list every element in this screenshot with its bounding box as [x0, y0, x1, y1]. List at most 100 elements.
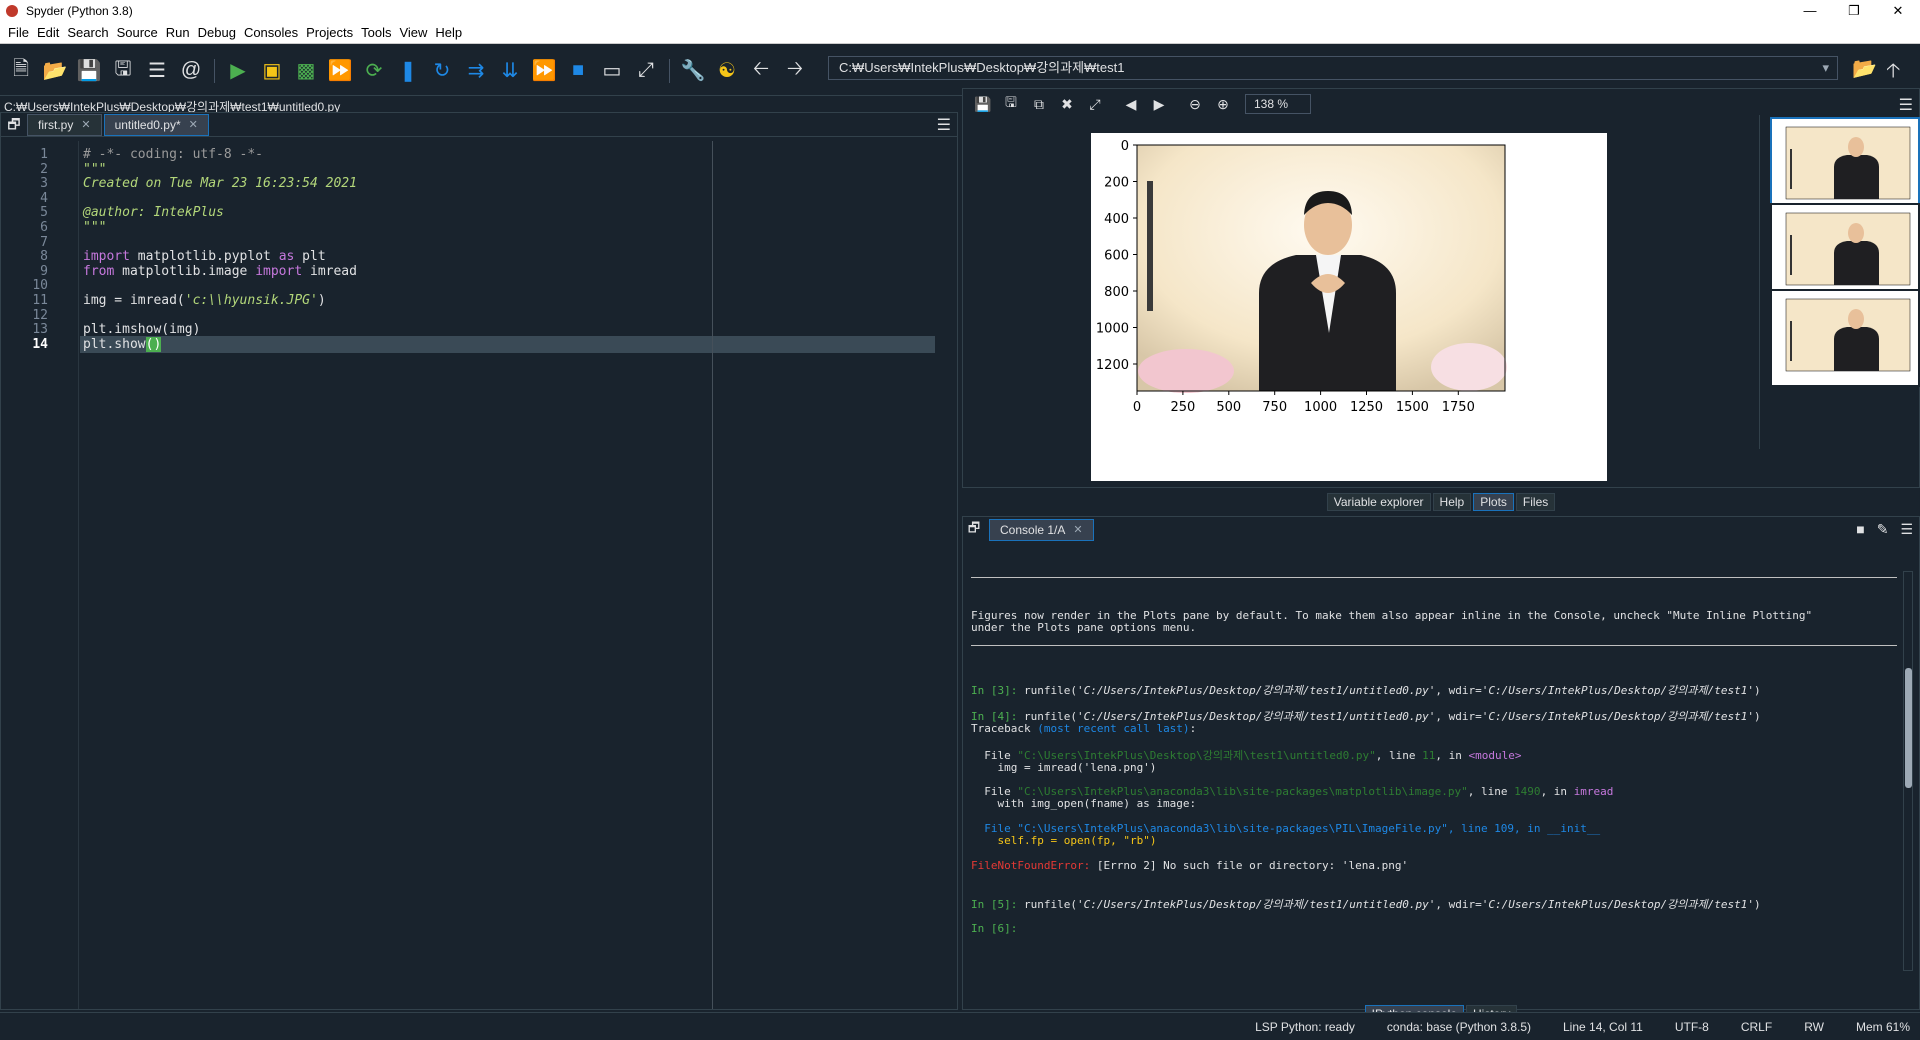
zoom-out-icon[interactable]: ⊖: [1181, 96, 1209, 113]
fullscreen-icon[interactable]: ⤢: [631, 56, 661, 86]
clear-console-icon[interactable]: ✎: [1877, 521, 1889, 538]
copy-plot-icon[interactable]: ⧉: [1025, 96, 1053, 113]
previous-plot-icon[interactable]: ◀: [1117, 96, 1145, 113]
stop-icon[interactable]: ■: [563, 56, 593, 86]
browse-tabs-icon[interactable]: 🗗: [1, 112, 27, 136]
plot-figure[interactable]: 0 200 400 600 800 1000 1200 0 250 500 750 1000 1250…: [1091, 133, 1607, 481]
line-number: 5: [40, 205, 48, 221]
line-number: 2: [40, 161, 48, 177]
code-editor[interactable]: 1 2 3 4 5 6 7 8 9 10 11 12 13 14 # -*- coding: utf-8 …: [1, 141, 957, 1009]
photo-stand: [1147, 181, 1153, 311]
console-line: img = imread('lena.png'): [971, 761, 1157, 774]
menu-run[interactable]: Run: [166, 25, 190, 40]
save-icon[interactable]: 💾: [74, 56, 104, 86]
console-tab[interactable]: Console 1/A ✕: [989, 519, 1094, 541]
open-folder-icon[interactable]: 📂: [40, 56, 70, 86]
menu-debug[interactable]: Debug: [198, 25, 236, 40]
console-tab-bar: 🗗 Console 1/A ✕ ■ ✎ ☰: [963, 517, 1919, 543]
code-line: import matplotlib.pyplot as plt: [83, 249, 326, 265]
debug-continue-icon[interactable]: ↻: [427, 56, 457, 86]
zoom-level-field[interactable]: 138 %: [1245, 94, 1311, 114]
console-line: Traceback (most recent call last):: [971, 722, 1197, 735]
debug-forward-icon[interactable]: ⏩: [529, 56, 559, 86]
options-menu-icon[interactable]: ☰: [1900, 521, 1913, 538]
pane-tab-variable-explorer[interactable]: Variable explorer: [1326, 493, 1431, 511]
run-cell-advance-icon[interactable]: ▩: [291, 56, 321, 86]
menu-help[interactable]: Help: [435, 25, 462, 40]
python-icon[interactable]: ☯: [712, 56, 742, 86]
toolbar-separator: [669, 58, 670, 83]
parent-directory-icon[interactable]: 🡡: [1886, 56, 1900, 90]
editor-tab[interactable]: untitled0.py* ✕: [103, 114, 209, 136]
line-number: 10: [32, 278, 48, 294]
pane-tab-plots[interactable]: Plots: [1473, 493, 1514, 511]
debug-into-icon[interactable]: ⇉: [461, 56, 491, 86]
save-plot-icon[interactable]: 💾: [969, 96, 997, 113]
outline-icon[interactable]: ☰: [142, 56, 172, 86]
menu-tools[interactable]: Tools: [361, 25, 391, 40]
pane-tab-help[interactable]: Help: [1432, 493, 1472, 511]
x-tick-label: 1250: [1350, 400, 1383, 415]
menu-consoles[interactable]: Consoles: [244, 25, 298, 40]
chevron-down-icon[interactable]: ▾: [1822, 57, 1829, 79]
y-tick-label: 200: [1104, 176, 1129, 191]
at-icon[interactable]: @: [176, 56, 206, 86]
forward-arrow-icon[interactable]: 🡢: [780, 56, 810, 86]
save-all-icon[interactable]: 🖫: [108, 56, 138, 86]
plot-thumbnail-1[interactable]: [1770, 117, 1920, 215]
editor-tab[interactable]: first.py ✕: [27, 114, 102, 136]
thumbnail-preview: [1785, 126, 1911, 200]
wrench-icon[interactable]: 🔧: [678, 56, 708, 86]
rerun-icon[interactable]: ⟳: [359, 56, 389, 86]
back-arrow-icon[interactable]: 🡠: [746, 56, 776, 86]
debug-return-icon[interactable]: ⇊: [495, 56, 525, 86]
close-icon[interactable]: ✕: [81, 114, 90, 136]
line-number: 4: [40, 190, 48, 206]
debug-step-icon[interactable]: ❚: [393, 56, 423, 86]
close-icon[interactable]: ✕: [189, 114, 198, 136]
options-menu-icon[interactable]: ☰: [1899, 95, 1913, 115]
code-line: from matplotlib.image import imread: [83, 263, 357, 279]
next-plot-icon[interactable]: ▶: [1145, 96, 1173, 113]
run-icon[interactable]: ▶: [223, 56, 253, 86]
remove-all-plots-icon[interactable]: ⤢: [1081, 96, 1109, 113]
line-number: 14: [32, 336, 48, 352]
y-tick-label: 400: [1104, 212, 1129, 227]
run-cell-icon[interactable]: ▣: [257, 56, 287, 86]
plot-thumbnails: [1759, 115, 1920, 449]
x-tick-label: 1750: [1442, 400, 1475, 415]
close-icon[interactable]: ✕: [1073, 520, 1082, 540]
plot-thumbnail-3[interactable]: [1770, 289, 1920, 387]
line-number: 8: [40, 249, 48, 265]
maximize-pane-icon[interactable]: ▭: [597, 56, 627, 86]
working-directory-combobox[interactable]: C:₩Users₩IntekPlus₩Desktop₩강의과제₩test1 ▾: [828, 56, 1838, 80]
console-scrollbar[interactable]: [1903, 571, 1913, 971]
code-line: """: [83, 161, 107, 177]
minimize-icon[interactable]: —: [1788, 0, 1832, 22]
zoom-in-icon[interactable]: ⊕: [1209, 96, 1237, 113]
pane-tab-files[interactable]: Files: [1515, 493, 1556, 511]
y-tick-label: 600: [1104, 249, 1129, 264]
run-selection-icon[interactable]: ⏩: [325, 56, 355, 86]
save-all-plots-icon[interactable]: 🖫: [997, 92, 1025, 116]
restore-icon[interactable]: ❐: [1832, 0, 1876, 22]
new-file-icon[interactable]: 🗎: [6, 56, 36, 86]
line-number: 3: [40, 176, 48, 192]
x-tick-label: 1000: [1304, 400, 1337, 415]
close-icon[interactable]: ✕: [1876, 0, 1920, 22]
menu-projects[interactable]: Projects: [306, 25, 353, 40]
menu-edit[interactable]: Edit: [37, 25, 59, 40]
menu-file[interactable]: File: [8, 25, 29, 40]
browse-tabs-icon[interactable]: 🗗: [963, 519, 985, 541]
menu-view[interactable]: View: [399, 25, 427, 40]
options-menu-icon[interactable]: ☰: [937, 115, 951, 135]
scrollbar-thumb[interactable]: [1905, 668, 1912, 788]
console-output[interactable]: Figures now render in the Plots pane by …: [971, 557, 1897, 985]
console-tab-label: Console 1/A: [1000, 523, 1066, 537]
stop-console-icon[interactable]: ■: [1856, 521, 1864, 538]
plot-thumbnail-2[interactable]: [1770, 203, 1920, 301]
browse-folder-icon[interactable]: 📂: [1852, 56, 1877, 81]
menu-source[interactable]: Source: [117, 25, 158, 40]
remove-plot-icon[interactable]: ✖: [1053, 96, 1081, 113]
menu-search[interactable]: Search: [67, 25, 108, 40]
